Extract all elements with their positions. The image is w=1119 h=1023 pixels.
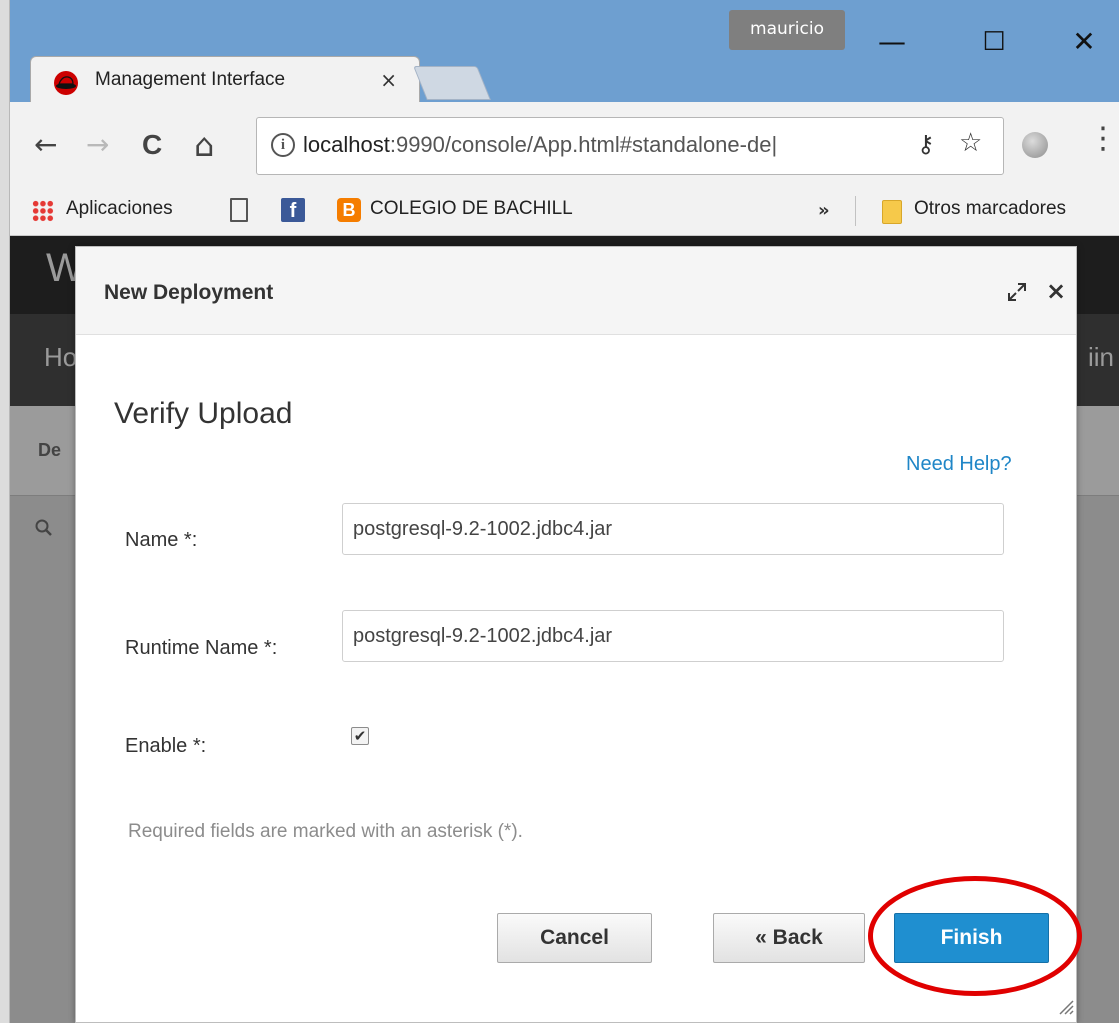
name-label: Name *: [125, 529, 198, 551]
cancel-button[interactable]: Cancel [497, 913, 652, 963]
redhat-favicon-icon [54, 71, 78, 95]
address-bar-url[interactable]: localhost:9990/console/App.html#standalo… [303, 132, 903, 158]
facebook-icon[interactable]: f [281, 198, 305, 222]
browser-menu-icon[interactable]: ⋮ [1088, 124, 1118, 154]
maximize-dialog-icon[interactable] [1006, 281, 1028, 303]
home-icon[interactable]: ⌂ [194, 129, 214, 161]
highlight-ellipse [868, 876, 1082, 996]
search-icon [35, 519, 52, 536]
key-icon[interactable]: ⚷ [917, 130, 935, 158]
back-arrow-icon[interactable]: ← [34, 130, 57, 160]
address-bar[interactable]: i localhost:9990/console/App.html#standa… [256, 117, 1004, 175]
step-title: Verify Upload [114, 397, 293, 430]
tab-close-icon[interactable]: × [380, 68, 397, 92]
bookmarks-bar: Aplicaciones f B COLEGIO DE BACHILL » Ot… [10, 186, 1119, 236]
close-window-button[interactable]: ✕ [1054, 14, 1114, 70]
tab-management-interface[interactable]: Management Interface × [30, 56, 420, 106]
document-icon[interactable] [230, 198, 248, 222]
nav-item-home: Ho [44, 342, 78, 372]
name-field[interactable]: postgresql-9.2-1002.jdbc4.jar [342, 503, 1004, 555]
dialog-title: New Deployment [104, 281, 274, 304]
runtime-name-label: Runtime Name *: [125, 637, 278, 659]
browser-toolbar: ← → C ⌂ i localhost:9990/console/App.htm… [10, 102, 1119, 186]
back-button[interactable]: « Back [713, 913, 865, 963]
dialog-header: New Deployment × [76, 247, 1076, 335]
blogger-icon: B [337, 198, 361, 222]
required-fields-note: Required fields are marked with an aster… [128, 821, 523, 842]
new-tab-button[interactable] [413, 66, 491, 100]
window-border [0, 0, 10, 1023]
nav-item-right: iin [1088, 342, 1115, 372]
reload-icon[interactable]: C [142, 130, 162, 160]
close-dialog-icon[interactable]: × [1046, 277, 1066, 305]
tab-title: Management Interface [95, 69, 286, 90]
maximize-button[interactable]: ☐ [964, 14, 1024, 70]
bookmark-apps[interactable]: Aplicaciones [66, 198, 173, 220]
minimize-button[interactable]: — [862, 14, 922, 70]
site-info-icon[interactable]: i [271, 133, 295, 157]
bookmark-star-icon[interactable]: ☆ [959, 128, 982, 158]
resize-grip-icon[interactable] [1058, 999, 1074, 1015]
apps-grid-icon [32, 200, 54, 222]
folder-icon [882, 200, 902, 224]
deployments-label: De [38, 440, 62, 460]
bookmarks-separator [855, 196, 856, 226]
enable-checkbox[interactable]: ✔ [351, 727, 369, 745]
forward-arrow-icon[interactable]: → [86, 130, 109, 160]
runtime-name-field[interactable]: postgresql-9.2-1002.jdbc4.jar [342, 610, 1004, 662]
bookmark-colegio[interactable]: COLEGIO DE BACHILL [370, 198, 573, 220]
profile-badge[interactable]: mauricio [729, 10, 845, 50]
enable-label: Enable *: [125, 735, 207, 757]
extension-icon[interactable] [1022, 132, 1048, 158]
need-help-link[interactable]: Need Help? [906, 453, 1012, 476]
bookmarks-overflow-icon[interactable]: » [818, 200, 830, 221]
bookmark-other[interactable]: Otros marcadores [914, 198, 1066, 220]
